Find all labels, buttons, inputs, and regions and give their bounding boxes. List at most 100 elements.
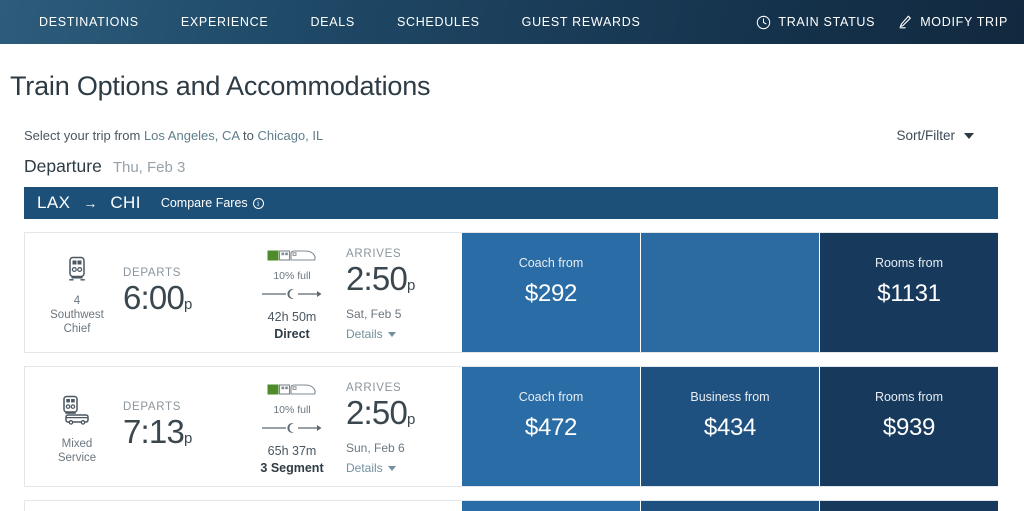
nav-schedules[interactable]: SCHEDULES	[376, 15, 501, 29]
trip-duration: 65h 37m	[267, 443, 317, 458]
arrival-date: Sat, Feb 5	[346, 307, 402, 321]
fare-options-section: Coach from $472 Business from $434 Rooms…	[462, 367, 998, 486]
fare-price: $472	[524, 414, 578, 441]
occupancy-train-icon	[267, 249, 316, 261]
modify-trip-label: MODIFY TRIP	[920, 15, 1008, 29]
fare-cell-rooms	[820, 501, 998, 511]
pencil-icon	[897, 14, 913, 30]
arrives-label: ARRIVES	[346, 382, 402, 394]
fare-cell-rooms[interactable]: Rooms from $939	[820, 367, 998, 486]
fare-label: Rooms from	[874, 390, 944, 404]
destination-code: CHI	[110, 193, 141, 212]
train-front-icon	[69, 256, 85, 280]
arrival-time: 2:50p	[346, 394, 416, 431]
origin-city-link[interactable]: Los Angeles, CA	[144, 128, 239, 143]
train-result-card[interactable]: DEPARTS ARRIVES Details	[24, 500, 998, 511]
departure-date: Thu, Feb 3	[112, 159, 186, 176]
details-toggle[interactable]: Details	[346, 461, 458, 475]
departure-column: DEPARTS 6:00p	[123, 233, 238, 352]
train-name-line2: Service	[57, 451, 97, 464]
train-status-label: TRAIN STATUS	[778, 15, 876, 29]
duration-column: 10% full 65h 37m 3 Segment	[238, 367, 346, 486]
nav-links-group: DESTINATIONS EXPERIENCE DEALS SCHEDULES GUES…	[0, 15, 662, 29]
page-title: Train Options and Accommodations	[10, 71, 431, 101]
nav-destinations[interactable]: DESTINATIONS	[18, 15, 160, 29]
arrives-label: ARRIVES	[346, 248, 402, 260]
occupancy-train-icon	[267, 383, 316, 395]
fare-label: Coach from	[518, 256, 584, 270]
fare-cell-business	[641, 501, 820, 511]
route-bar: LAX → CHI Compare Fares i	[24, 187, 998, 219]
departure-meridiem: p	[184, 295, 193, 313]
top-navigation-bar: DESTINATIONS EXPERIENCE DEALS SCHEDULES GUES…	[0, 0, 1024, 44]
sort-filter-label: Sort/Filter	[896, 128, 955, 143]
details-label: Details	[346, 327, 383, 341]
train-result-card[interactable]: 4 Southwest Chief DEPARTS 6:00p 10% full…	[24, 232, 998, 353]
train-number: 4	[73, 294, 81, 307]
occupancy-text: 10% full	[273, 403, 311, 416]
trip-description: Select your trip from Los Angeles, CA to…	[24, 128, 323, 143]
arrival-date: Sun, Feb 6	[346, 441, 405, 455]
compare-fares-label: Compare Fares	[160, 196, 248, 210]
info-icon: i	[252, 197, 264, 209]
departure-column: DEPARTS 7:13p	[123, 367, 238, 486]
trip-info-section: DEPARTS ARRIVES Details	[25, 501, 462, 511]
fare-label: Coach from	[518, 390, 584, 404]
train-result-card[interactable]: Mixed Service DEPARTS 7:13p 10% full 65h…	[24, 366, 998, 487]
compare-fares-button[interactable]: Compare Fares i	[161, 196, 264, 210]
fare-cell-coach[interactable]: Coach from $472	[462, 367, 641, 486]
train-identity-column	[31, 501, 123, 511]
select-prefix-text: Select your trip from	[24, 128, 141, 143]
departure-meridiem: p	[184, 429, 193, 447]
caret-down-icon	[387, 465, 396, 471]
overnight-line-icon	[262, 288, 322, 299]
occupancy-text: 10% full	[273, 269, 311, 282]
train-front-icon	[66, 256, 88, 287]
occupancy-train-icon	[267, 247, 317, 268]
arrival-column: ARRIVES 2:50p Sun, Feb 6 Details	[346, 367, 458, 486]
trip-duration: 42h 50m	[267, 309, 317, 324]
fare-cell-coach	[462, 501, 641, 511]
fare-cell-rooms[interactable]: Rooms from $1131	[820, 233, 998, 352]
train-identity-column: Mixed Service	[31, 367, 123, 486]
train-bus-icon	[60, 395, 94, 430]
departure-label: Departure	[24, 156, 102, 176]
fare-price: $292	[524, 280, 578, 307]
arrow-right-icon: →	[83, 195, 98, 211]
fare-options-section	[462, 501, 998, 511]
chevron-down-icon	[964, 132, 974, 139]
trip-select-row: Select your trip from Los Angeles, CA to…	[24, 128, 1000, 143]
modify-trip-button[interactable]: MODIFY TRIP	[897, 14, 1008, 30]
departure-heading: Departure Thu, Feb 3	[24, 156, 1000, 177]
sort-filter-dropdown[interactable]: Sort/Filter	[896, 128, 1000, 143]
nav-guest-rewards[interactable]: GUEST REWARDS	[501, 15, 662, 29]
train-name-line1: Mixed	[61, 437, 93, 450]
trip-info-section: Mixed Service DEPARTS 7:13p 10% full 65h…	[25, 367, 462, 486]
train-name-line1: Southwest	[50, 308, 104, 321]
fare-label: Rooms from	[874, 256, 944, 270]
train-status-button[interactable]: TRAIN STATUS	[756, 15, 875, 30]
departure-column: DEPARTS	[123, 501, 238, 511]
arrival-meridiem: p	[407, 411, 416, 428]
occupancy-train-icon	[267, 381, 317, 402]
fare-cell-business[interactable]: Business from $434	[641, 367, 820, 486]
segment-count: Direct	[274, 326, 310, 341]
details-toggle[interactable]: Details	[346, 327, 458, 341]
trip-info-section: 4 Southwest Chief DEPARTS 6:00p 10% full…	[25, 233, 462, 352]
fare-cell-coach[interactable]: Coach from $292	[462, 233, 641, 352]
train-bus-icon	[63, 395, 89, 425]
nav-experience[interactable]: EXPERIENCE	[160, 15, 290, 29]
overnight-line-icon	[262, 422, 322, 433]
arrival-column: ARRIVES 2:50p Sat, Feb 5 Details	[346, 233, 458, 352]
select-middle-text: to	[242, 128, 254, 143]
fare-label: Business from	[690, 390, 770, 404]
clock-icon	[756, 15, 771, 30]
fare-price: $939	[882, 414, 936, 441]
caret-down-icon	[387, 331, 396, 337]
nav-deals[interactable]: DEALS	[289, 15, 376, 29]
departure-time: 7:13p	[123, 412, 193, 450]
destination-city-link[interactable]: Chicago, IL	[257, 128, 323, 143]
fare-price: $1131	[877, 280, 941, 307]
departs-label: DEPARTS	[123, 266, 182, 279]
train-identity-column: 4 Southwest Chief	[31, 233, 123, 352]
